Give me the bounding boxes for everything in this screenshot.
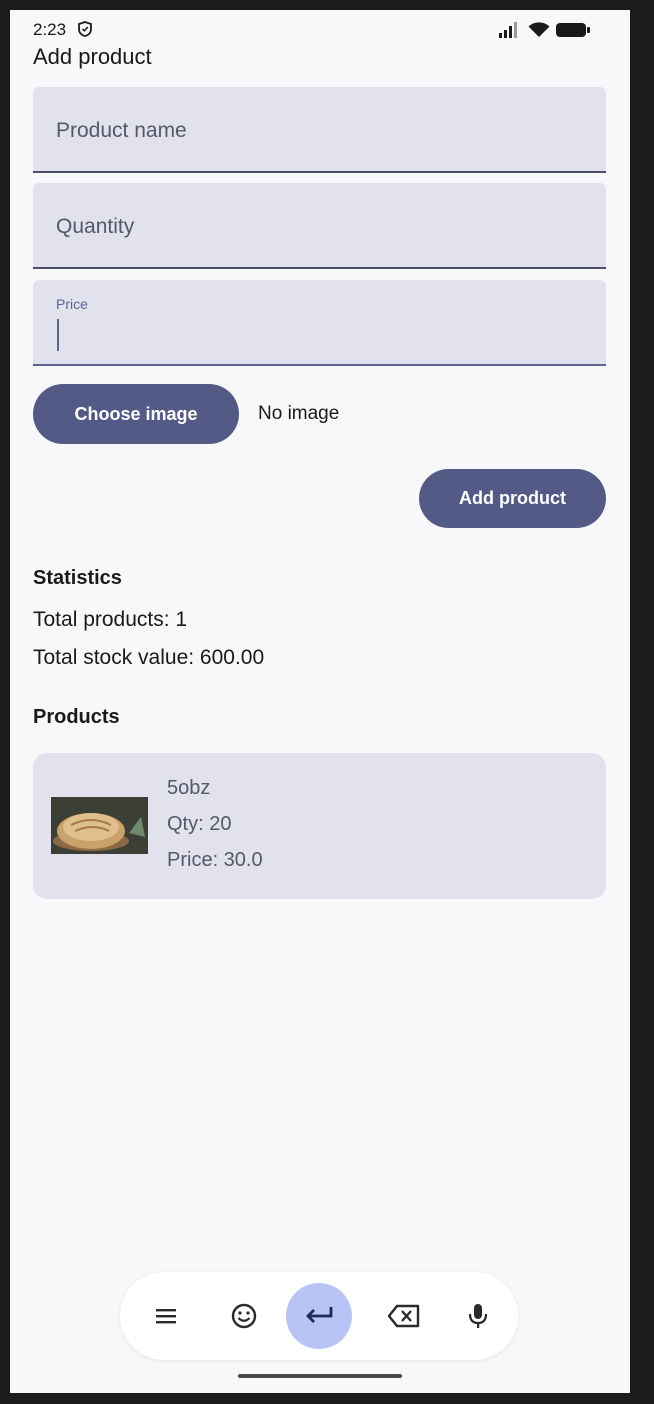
page-title: Add product: [33, 44, 152, 69]
total-stock-value: Total stock value: 600.00: [33, 646, 265, 669]
price-label: Price: [56, 296, 88, 312]
product-card[interactable]: 5obz Qty: 20 Price: 30.0: [33, 753, 606, 899]
price-input[interactable]: [61, 316, 581, 352]
image-status: No image: [258, 403, 340, 424]
status-bar: 2:23: [10, 10, 630, 44]
price-field[interactable]: Price: [33, 280, 606, 366]
wifi-icon: [528, 22, 550, 37]
shield-icon: [78, 21, 92, 37]
quantity-field[interactable]: Quantity: [33, 183, 606, 269]
mic-icon[interactable]: [448, 1286, 508, 1346]
status-icons: [498, 22, 590, 38]
enter-icon[interactable]: [286, 1283, 352, 1349]
bread-image: [51, 797, 148, 854]
battery-icon: [556, 23, 590, 37]
emoji-icon[interactable]: [214, 1286, 274, 1346]
backspace-icon[interactable]: [374, 1286, 434, 1346]
product-qty: Qty: 20: [167, 813, 232, 835]
keyboard-toolbar: [120, 1272, 518, 1360]
menu-icon[interactable]: [136, 1286, 196, 1346]
products-title: Products: [33, 706, 120, 728]
home-indicator[interactable]: [238, 1374, 402, 1378]
product-name: 5obz: [167, 777, 211, 799]
text-cursor: [57, 319, 59, 351]
signal-icon: [499, 22, 517, 38]
product-name-placeholder: Product name: [56, 119, 187, 142]
product-price: Price: 30.0: [167, 849, 263, 871]
quantity-placeholder: Quantity: [56, 215, 135, 238]
choose-image-button[interactable]: Choose image: [33, 384, 239, 444]
status-time: 2:23: [33, 20, 67, 39]
app-screen: 2:23 Add product Product name Quantity P…: [10, 10, 630, 1393]
product-name-field[interactable]: Product name: [33, 87, 606, 173]
total-products: Total products: 1: [33, 608, 188, 631]
statistics-title: Statistics: [33, 567, 122, 589]
add-product-button[interactable]: Add product: [419, 469, 606, 528]
